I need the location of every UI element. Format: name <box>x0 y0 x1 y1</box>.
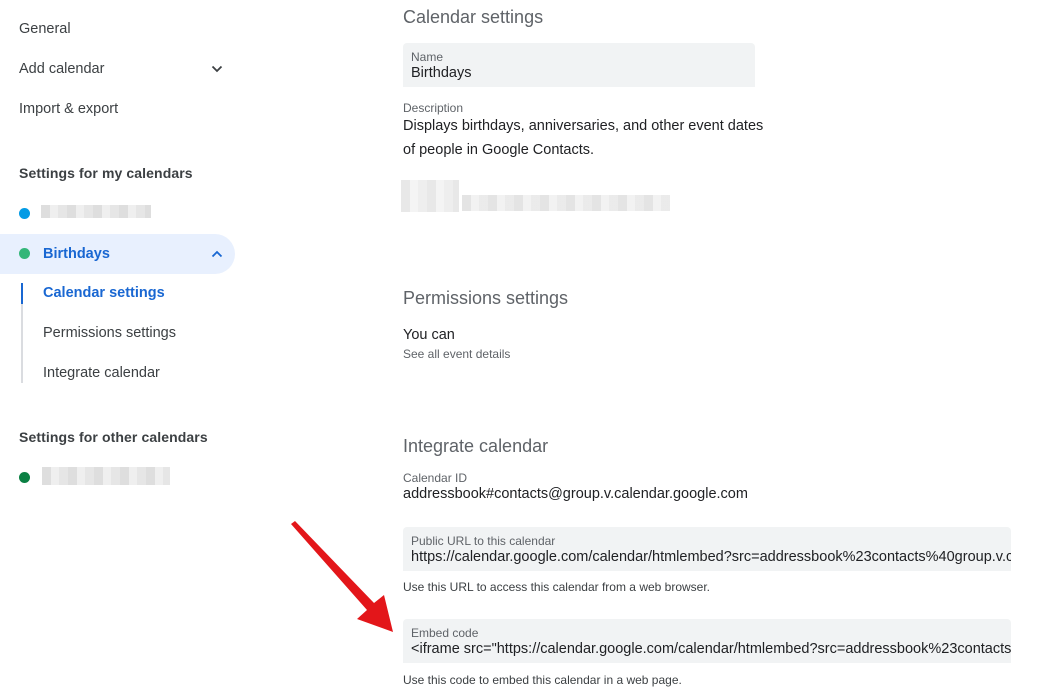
nav-import-export[interactable]: Import & export <box>19 99 118 119</box>
description-line-1: Displays birthdays, anniversaries, and o… <box>403 118 764 134</box>
chevron-down-icon[interactable] <box>210 62 224 76</box>
redacted-calendar-name[interactable] <box>41 205 151 218</box>
chevron-up-icon[interactable] <box>210 247 224 261</box>
embed-code-help: Use this code to embed this calendar in … <box>403 673 682 687</box>
nav-add-calendar[interactable]: Add calendar <box>19 59 104 79</box>
subnav-calendar-settings[interactable]: Calendar settings <box>43 283 165 303</box>
calendar-id-value[interactable]: addressbook#contacts@group.v.calendar.go… <box>403 482 748 506</box>
embed-code-label: Embed code <box>411 626 479 640</box>
redacted-owner-avatar <box>401 180 459 212</box>
annotation-arrow-icon <box>291 521 393 632</box>
birthdays-label: Birthdays <box>43 246 110 262</box>
name-label: Name <box>411 50 444 64</box>
sidebar-item-birthdays[interactable]: Birthdays <box>0 234 235 274</box>
subnav-active-indicator <box>21 283 23 304</box>
public-url-label: Public URL to this calendar <box>411 534 556 548</box>
embed-code-field[interactable]: Embed code <iframe src="https://calendar… <box>403 619 1011 663</box>
nav-general[interactable]: General <box>19 19 71 39</box>
name-value: Birthdays <box>411 65 472 81</box>
other-calendar-color-dot <box>19 472 30 483</box>
embed-code-value: <iframe src="https://calendar.google.com… <box>411 641 1011 657</box>
redacted-other-calendar-name[interactable] <box>42 467 170 485</box>
permission-detail: See all event details <box>403 347 511 361</box>
my-calendars-heading: Settings for my calendars <box>19 165 193 181</box>
other-calendars-heading: Settings for other calendars <box>19 429 208 445</box>
redacted-owner-info <box>462 195 670 211</box>
public-url-help: Use this URL to access this calendar fro… <box>403 580 711 594</box>
description-label: Description <box>403 101 464 115</box>
description-line-2: of people in Google Contacts. <box>403 142 595 158</box>
name-field[interactable]: Name Birthdays <box>403 43 755 87</box>
subnav-integrate-calendar[interactable]: Integrate calendar <box>43 363 160 383</box>
calendar-settings-title: Calendar settings <box>403 7 544 27</box>
calendar-color-dot <box>19 208 30 219</box>
integrate-calendar-title: Integrate calendar <box>403 436 549 456</box>
public-url-value: https://calendar.google.com/calendar/htm… <box>411 549 1011 565</box>
public-url-field[interactable]: Public URL to this calendar https://cale… <box>403 527 1011 571</box>
subnav-permissions-settings[interactable]: Permissions settings <box>43 323 176 343</box>
birthdays-color-dot <box>19 248 30 259</box>
you-can-label: You can <box>403 327 455 343</box>
permissions-settings-title: Permissions settings <box>403 288 569 308</box>
